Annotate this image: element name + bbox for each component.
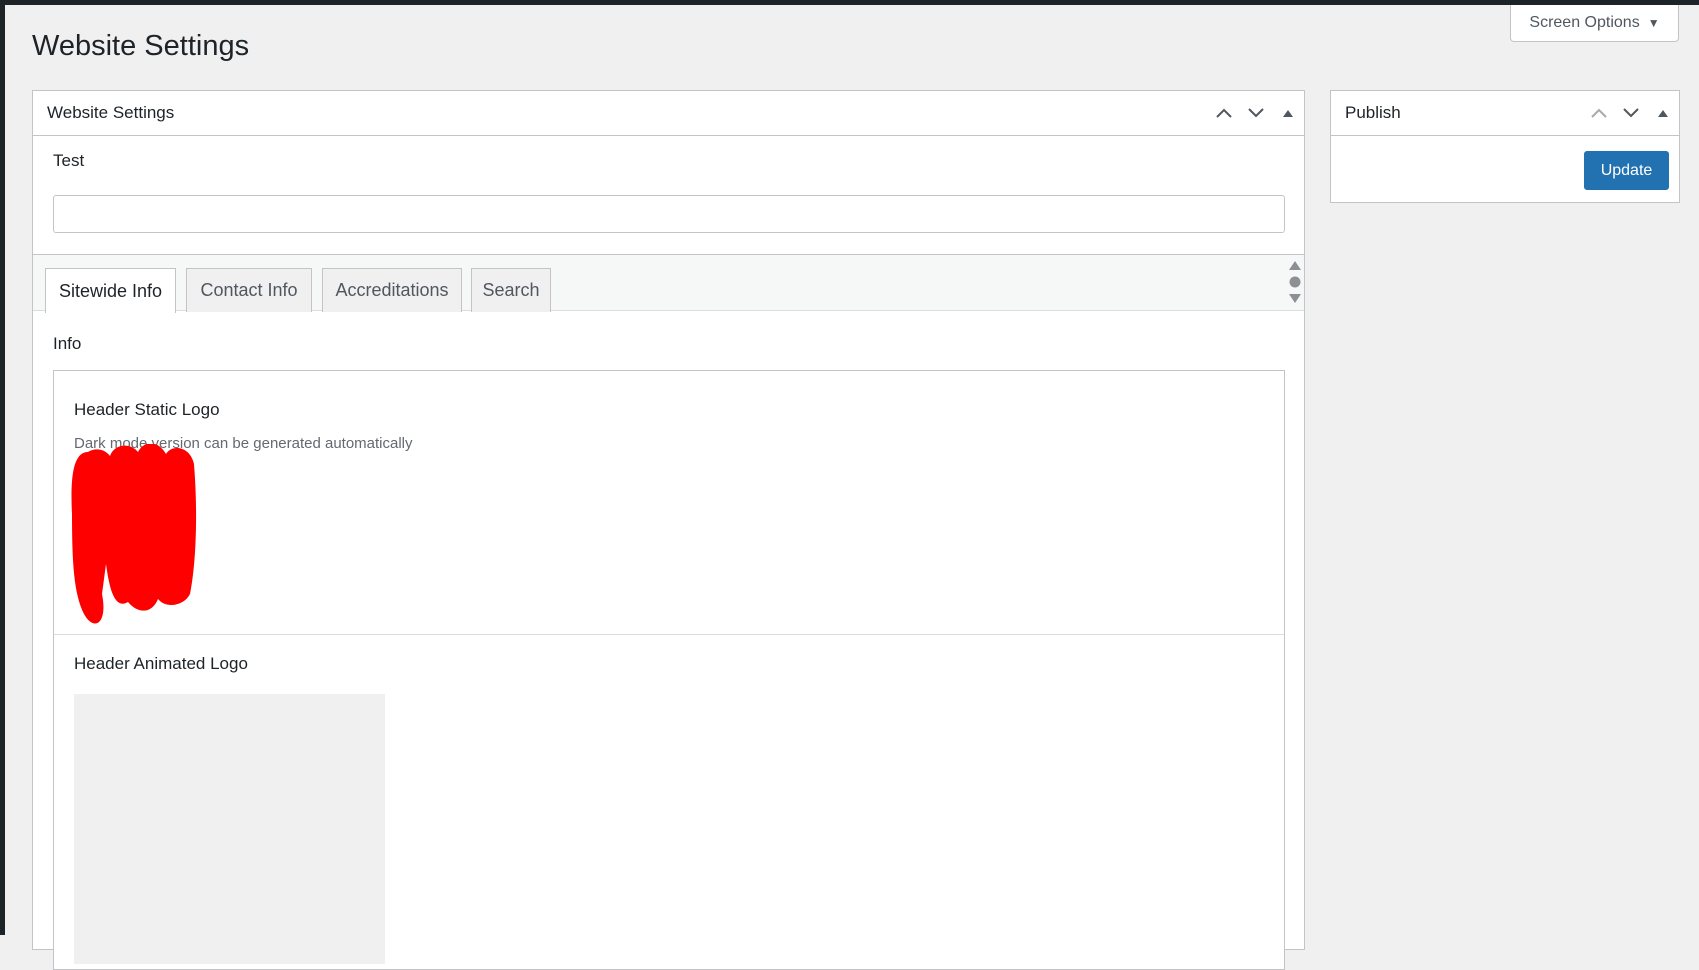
scroll-down-arrow-icon [1289,294,1301,303]
triangle-up-icon [1283,110,1293,117]
chevron-down-icon [1248,108,1264,118]
screen-options-label: Screen Options [1529,14,1640,31]
page-title: Website Settings [32,30,250,62]
website-settings-box-header: Website Settings [33,91,1304,136]
move-down-button[interactable] [1240,91,1272,135]
triangle-up-icon [1658,110,1668,117]
test-field-label: Test [53,151,85,170]
test-input[interactable] [53,195,1285,233]
tab-accreditations[interactable]: Accreditations [322,268,462,312]
field-divider [54,634,1284,635]
tab-scroll-control[interactable] [1287,257,1303,307]
toggle-panel-button[interactable] [1272,91,1304,135]
publish-toggle-panel-button[interactable] [1647,91,1679,135]
publish-move-down-button[interactable] [1615,91,1647,135]
redaction-scribble [71,444,197,624]
tab-contact-info[interactable]: Contact Info [186,268,312,312]
tab-bar: Sitewide Info Contact Info Accreditation… [33,254,1304,313]
tab-sitewide-info[interactable]: Sitewide Info [45,268,176,313]
info-section-label: Info [53,334,82,353]
scroll-dot-icon [1289,276,1301,288]
update-button[interactable]: Update [1584,151,1669,190]
admin-left-bar [0,0,5,935]
publish-box: Publish Update [1330,90,1680,203]
publish-box-title: Publish [1345,103,1401,122]
publish-handle-actions [1583,91,1679,135]
info-field-group: Header Static Logo Dark mode version can… [53,370,1285,970]
website-settings-box-title: Website Settings [47,103,175,122]
chevron-down-icon [1623,108,1639,118]
chevron-up-icon [1591,108,1607,118]
screen-options-button[interactable]: Screen Options ▼ [1510,5,1679,42]
header-static-logo-label: Header Static Logo [74,400,220,419]
tab-search[interactable]: Search [471,268,551,312]
caret-down-icon: ▼ [1647,16,1660,30]
header-animated-logo-placeholder[interactable] [74,694,385,964]
publish-move-up-button[interactable] [1583,91,1615,135]
publish-box-header: Publish [1331,91,1679,136]
move-up-button[interactable] [1208,91,1240,135]
box-handle-actions [1208,91,1304,135]
admin-top-bar [0,0,1699,5]
chevron-up-icon [1216,108,1232,118]
scroll-up-arrow-icon [1289,261,1301,270]
header-animated-logo-label: Header Animated Logo [74,654,248,673]
website-settings-box: Website Settings Test Sitewide Info Cont… [32,90,1305,970]
